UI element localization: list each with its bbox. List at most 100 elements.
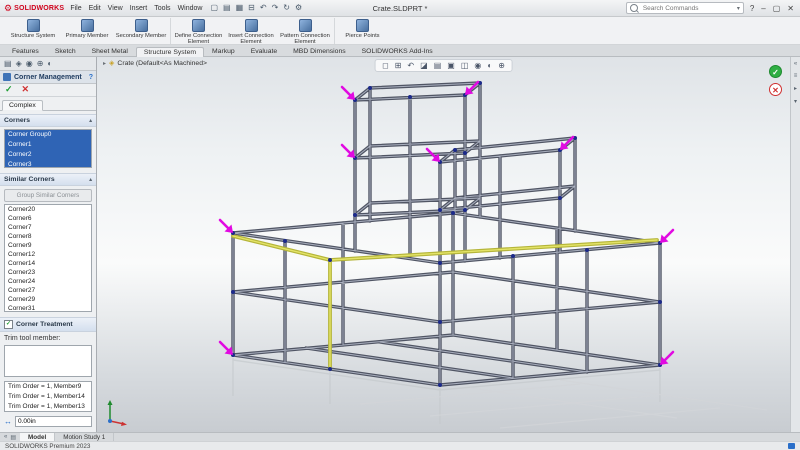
new-file-icon[interactable]: ▢ [210, 4, 218, 12]
view-settings-icon[interactable]: ⊕ [498, 61, 505, 70]
undo-icon[interactable]: ↶ [260, 4, 267, 12]
primary-member-button[interactable]: Primary Member [60, 18, 114, 44]
command-manager-tab[interactable]: Markup [204, 46, 243, 56]
property-manager-tab-icon[interactable]: ◈ [16, 59, 22, 68]
similar-corner-item[interactable]: Corner6 [5, 214, 91, 223]
print-icon[interactable]: ⊟ [248, 4, 255, 12]
help-icon[interactable]: ? [89, 74, 93, 81]
command-manager-tab[interactable]: Evaluate [243, 46, 285, 56]
maximize-icon[interactable]: ▢ [773, 4, 781, 13]
zoom-area-icon[interactable]: ⊞ [395, 61, 402, 70]
configuration-manager-tab-icon[interactable]: ◉ [26, 59, 33, 68]
similar-corner-item[interactable]: Corner9 [5, 241, 91, 250]
redo-icon[interactable]: ↷ [272, 4, 279, 12]
search-dropdown-icon[interactable]: ▾ [737, 5, 740, 12]
graphics-area[interactable]: ▸ ◈ Crate (Default<As Machined> ◻ ⊞ ↶ ◪ ▤ ▣ ◫ ◉… [97, 57, 790, 432]
ribbon-button-icon [135, 19, 148, 32]
similar-corner-item[interactable]: Corner8 [5, 232, 91, 241]
trim-order-item[interactable]: Trim Order = 1, Member13 [5, 402, 91, 412]
command-manager-tab[interactable]: MBD Dimensions [285, 46, 354, 56]
corner-treatment-group-header[interactable]: ✓ Corner Treatment [0, 317, 96, 332]
help-icon[interactable]: ? [750, 4, 754, 13]
tab-bar-icons: «▤ [0, 433, 20, 441]
pane-list-icon[interactable]: ≡ [794, 73, 798, 79]
structure-system-button[interactable]: Structure System [6, 18, 60, 44]
similar-corner-item[interactable]: Corner24 [5, 277, 91, 286]
document-tab[interactable]: Motion Study 1 [55, 433, 114, 441]
corner-list-item[interactable]: Corner2 [5, 150, 91, 160]
display-manager-tab-icon[interactable]: ◐ [47, 59, 52, 68]
cancel-button[interactable]: ✕ [22, 85, 30, 94]
trim-tool-member-list[interactable] [4, 345, 92, 377]
pane-expand-icon[interactable]: ▸ [794, 85, 797, 92]
corner-treatment-checkbox[interactable]: ✓ [4, 320, 13, 329]
view-orientation-icon[interactable]: ▣ [447, 61, 455, 70]
rebuild-icon[interactable]: ↻ [283, 4, 290, 12]
define-connection-element-button[interactable]: Define Connection Element [170, 18, 224, 44]
menu-item[interactable]: Tools [154, 5, 170, 12]
corners-group-header[interactable]: Corners ▴ [0, 114, 96, 127]
secondary-member-button[interactable]: Secondary Member [114, 18, 168, 44]
previous-view-icon[interactable]: ↶ [407, 61, 414, 70]
similar-corner-item[interactable]: Corner14 [5, 259, 91, 268]
command-manager-tab[interactable]: Sketch [47, 46, 84, 56]
menu-item[interactable]: File [70, 5, 81, 12]
collapse-pane-icon[interactable]: « [794, 61, 797, 67]
similar-corner-item[interactable]: Corner20 [5, 205, 91, 214]
open-file-icon[interactable]: ▤ [223, 4, 231, 12]
save-icon[interactable]: ▦ [236, 4, 244, 12]
annotation-views-icon[interactable]: ▤ [434, 61, 442, 70]
similar-corner-item[interactable]: Corner12 [5, 250, 91, 259]
tab-complex[interactable]: Complex [2, 100, 43, 111]
similar-corner-item[interactable]: Corner23 [5, 268, 91, 277]
similar-corner-item[interactable]: Corner29 [5, 295, 91, 304]
menu-item[interactable]: Window [178, 5, 203, 12]
group-similar-corners-button[interactable]: Group Similar Corners [4, 189, 92, 202]
command-manager-tab[interactable]: Features [4, 46, 47, 56]
corner-list-item[interactable]: Corner3 [5, 160, 91, 168]
document-tab[interactable]: Model [20, 433, 55, 441]
similar-corner-item[interactable]: Corner27 [5, 286, 91, 295]
section-view-icon[interactable]: ◪ [420, 61, 428, 70]
minimize-icon[interactable]: – [761, 4, 765, 13]
tab-scroll-icon[interactable]: « [4, 434, 7, 440]
similar-corner-item[interactable]: Corner7 [5, 223, 91, 232]
similar-corners-group-header[interactable]: Similar Corners ▴ [0, 173, 96, 186]
menu-item[interactable]: Insert [130, 5, 148, 12]
command-manager-tab[interactable]: Sheet Metal [84, 46, 136, 56]
insert-connection-element-button[interactable]: Insert Connection Element [224, 18, 278, 44]
search-input[interactable] [641, 4, 734, 13]
trim-order-item[interactable]: Trim Order = 1, Member14 [5, 392, 91, 402]
zoom-fit-icon[interactable]: ◻ [382, 61, 389, 70]
command-manager-tab[interactable]: Structure System [136, 47, 204, 57]
pierce-points-button[interactable]: Pierce Points [334, 18, 388, 44]
search-commands-box[interactable]: ▾ [626, 2, 744, 14]
menu-item[interactable]: View [108, 5, 123, 12]
options-gear-icon[interactable]: ⚙ [295, 4, 302, 12]
edit-appearance-icon[interactable]: ◐ [487, 61, 492, 70]
feature-manager-tab-icon[interactable]: ▤ [4, 59, 12, 68]
ribbon-button-icon [192, 19, 205, 32]
corner-list-item[interactable]: Corner1 [5, 140, 91, 150]
ok-button[interactable]: ✓ [5, 85, 13, 94]
breadcrumb[interactable]: ▸ ◈ Crate (Default<As Machined> [103, 59, 207, 67]
ribbon-button-label: Pierce Points [345, 33, 379, 39]
crate-3d-model[interactable] [97, 57, 790, 432]
confirm-cancel-button[interactable]: ✕ [769, 83, 782, 96]
pattern-connection-element-button[interactable]: Pattern Connection Element [278, 18, 332, 44]
menu-item[interactable]: Edit [89, 5, 101, 12]
pane-down-icon[interactable]: ▾ [794, 98, 797, 105]
offset-value-input[interactable] [15, 416, 92, 427]
trim-order-item[interactable]: Trim Order = 1, Member9 [5, 382, 91, 392]
similar-corner-item[interactable]: Corner31 [5, 304, 91, 311]
web-help-icon[interactable] [788, 443, 795, 449]
corner-list-item[interactable]: Corner Group0 [5, 130, 91, 140]
hide-show-items-icon[interactable]: ◉ [474, 61, 481, 70]
command-manager-tab[interactable]: SOLIDWORKS Add-Ins [354, 46, 441, 56]
confirm-ok-button[interactable]: ✓ [769, 65, 782, 78]
tab-menu-icon[interactable]: ▤ [10, 434, 16, 441]
close-icon[interactable]: ✕ [787, 4, 794, 13]
dimxpert-manager-tab-icon[interactable]: ⊕ [37, 59, 44, 68]
display-style-icon[interactable]: ◫ [461, 61, 469, 70]
chevron-right-icon[interactable]: ▸ [103, 60, 106, 67]
